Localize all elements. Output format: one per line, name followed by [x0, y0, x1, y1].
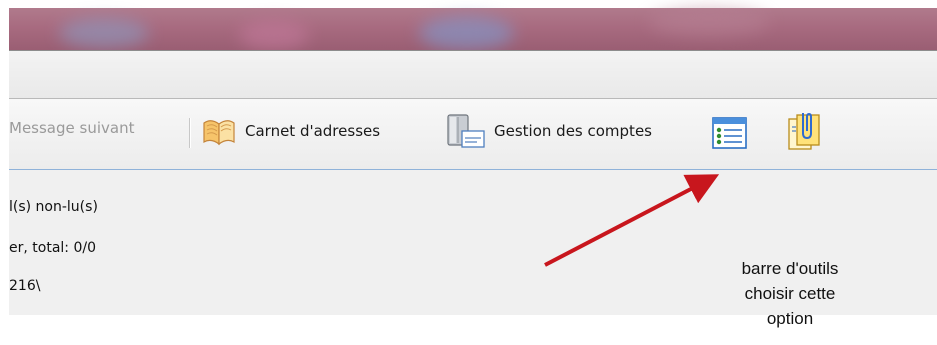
annotation-arrow	[544, 174, 720, 267]
application-window: Message suivant Carnet d'adresses Gestio…	[0, 0, 937, 345]
